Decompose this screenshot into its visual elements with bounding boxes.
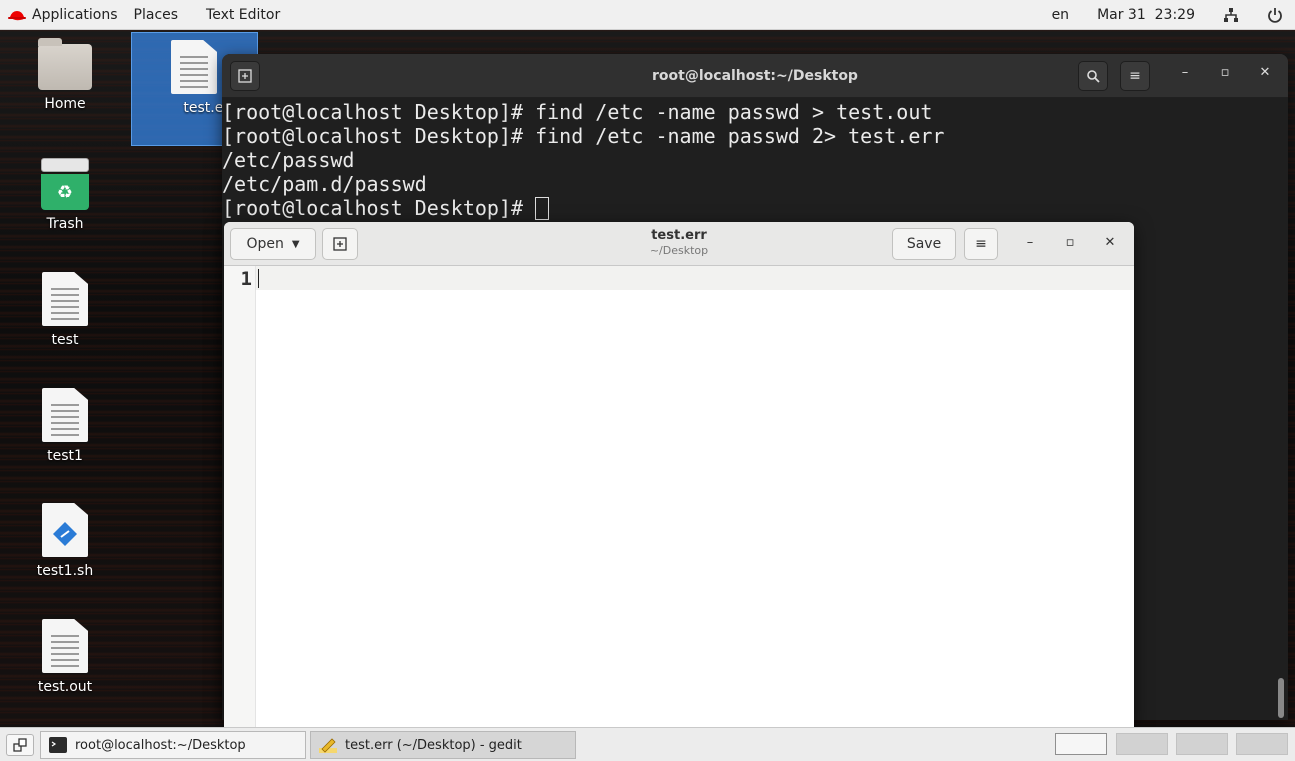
document-icon bbox=[171, 40, 217, 94]
task-label: test.err (~/Desktop) - gedit bbox=[345, 737, 522, 753]
icon-label: test1.sh bbox=[36, 563, 94, 579]
terminal-cursor bbox=[535, 197, 550, 220]
task-label: root@localhost:~/Desktop bbox=[75, 737, 246, 753]
trash-icon: ♻ bbox=[41, 158, 89, 210]
active-app-menu[interactable]: Text Editor bbox=[186, 0, 288, 30]
close-icon[interactable]: ✕ bbox=[1254, 65, 1276, 80]
clock[interactable]: Mar 31 23:29 bbox=[1083, 0, 1209, 30]
task-gedit[interactable]: test.err (~/Desktop) - gedit bbox=[310, 731, 576, 759]
workspace-2[interactable] bbox=[1116, 733, 1168, 755]
network-icon[interactable] bbox=[1209, 0, 1253, 30]
terminal-titlebar[interactable]: root@localhost:~/Desktop ≡ – ▫ ✕ bbox=[222, 54, 1288, 98]
document-icon bbox=[42, 619, 88, 673]
icon-label: Trash bbox=[46, 216, 84, 232]
minimize-icon[interactable]: – bbox=[1020, 235, 1040, 250]
icon-label: test bbox=[51, 332, 79, 348]
task-terminal[interactable]: root@localhost:~/Desktop bbox=[40, 731, 306, 759]
line-number-gutter bbox=[224, 266, 256, 727]
icon-label: test.out bbox=[37, 679, 93, 695]
top-bar: Applications Places Text Editor en Mar 3… bbox=[0, 0, 1295, 30]
menu-icon: ≡ bbox=[975, 236, 987, 252]
taskbar: root@localhost:~/Desktop test.err (~/Des… bbox=[0, 727, 1295, 761]
minimize-icon[interactable]: – bbox=[1174, 65, 1196, 80]
redhat-icon bbox=[8, 10, 26, 20]
line-number: 1 bbox=[240, 268, 252, 290]
terminal-prompt: [root@localhost Desktop]# bbox=[222, 196, 536, 220]
desktop-icon-test[interactable]: test bbox=[20, 272, 110, 348]
document-icon bbox=[42, 272, 88, 326]
applications-menu[interactable]: Applications bbox=[32, 0, 126, 30]
terminal-scrollbar[interactable] bbox=[1278, 678, 1284, 718]
script-icon bbox=[42, 503, 88, 557]
workspace-4[interactable] bbox=[1236, 733, 1288, 755]
language-indicator[interactable]: en bbox=[1038, 0, 1084, 30]
maximize-icon[interactable]: ▫ bbox=[1214, 65, 1236, 80]
save-button[interactable]: Save bbox=[892, 228, 956, 260]
workspace-3[interactable] bbox=[1176, 733, 1228, 755]
workspace-1[interactable] bbox=[1055, 733, 1107, 755]
hamburger-menu-button[interactable]: ≡ bbox=[964, 228, 998, 260]
show-desktop-button[interactable] bbox=[6, 734, 34, 756]
desktop-icon-test-out[interactable]: test.out bbox=[20, 619, 110, 695]
show-desktop-icon bbox=[13, 738, 27, 752]
terminal-line: /etc/pam.d/passwd bbox=[222, 172, 427, 196]
menu-icon[interactable]: ≡ bbox=[1120, 61, 1150, 91]
desktop-icon-test1[interactable]: test1 bbox=[20, 388, 110, 464]
desktop-icon-trash[interactable]: ♻ Trash bbox=[20, 158, 110, 232]
terminal-icon bbox=[49, 737, 67, 753]
close-icon[interactable]: ✕ bbox=[1100, 235, 1120, 250]
terminal-line: [root@localhost Desktop]# find /etc -nam… bbox=[222, 124, 945, 148]
gedit-headerbar[interactable]: Open ▼ test.err ~/Desktop Save ≡ – ▫ ✕ bbox=[224, 222, 1134, 266]
folder-icon bbox=[38, 38, 92, 90]
terminal-line: /etc/passwd bbox=[222, 148, 355, 172]
icon-label: Home bbox=[44, 96, 86, 112]
power-icon[interactable] bbox=[1253, 0, 1295, 30]
places-menu[interactable]: Places bbox=[126, 0, 187, 30]
gedit-window[interactable]: Open ▼ test.err ~/Desktop Save ≡ – ▫ ✕ 1 bbox=[224, 222, 1134, 727]
icon-label: test1 bbox=[47, 448, 83, 464]
gedit-icon bbox=[319, 738, 337, 753]
desktop-icon-test1-sh[interactable]: test1.sh bbox=[20, 503, 110, 579]
document-icon bbox=[42, 388, 88, 442]
maximize-icon[interactable]: ▫ bbox=[1060, 235, 1080, 250]
save-label: Save bbox=[906, 236, 942, 252]
terminal-line: [root@localhost Desktop]# find /etc -nam… bbox=[222, 100, 933, 124]
text-editor-area[interactable] bbox=[256, 266, 1134, 727]
desktop-icon-home[interactable]: Home bbox=[20, 38, 110, 112]
search-icon[interactable] bbox=[1078, 61, 1108, 91]
